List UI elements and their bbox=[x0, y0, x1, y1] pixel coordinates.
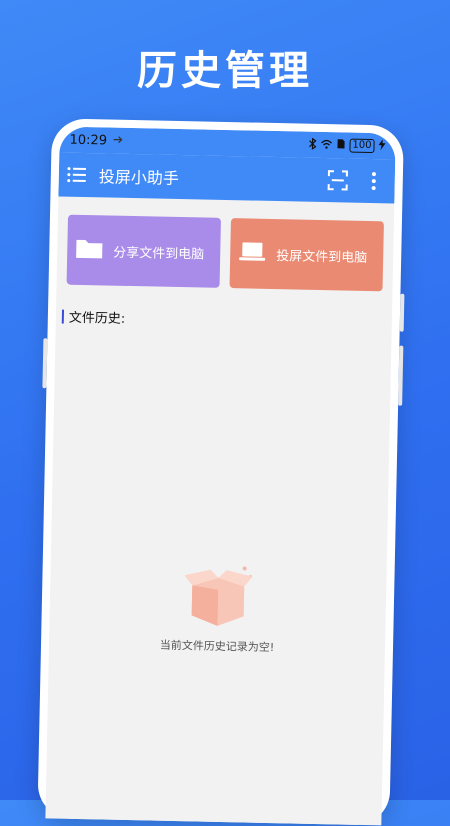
app-bar: 投屏小助手 bbox=[58, 152, 396, 204]
sim-icon bbox=[336, 138, 345, 152]
app-title: 投屏小助手 bbox=[98, 167, 180, 188]
bluetooth-icon bbox=[308, 137, 317, 152]
folder-icon bbox=[75, 237, 104, 264]
wifi-icon bbox=[320, 138, 332, 151]
phone-power-button bbox=[398, 345, 404, 406]
menu-icon[interactable] bbox=[65, 163, 89, 187]
battery-indicator: 100 bbox=[349, 138, 375, 154]
empty-box-icon bbox=[177, 566, 257, 633]
section-accent-bar bbox=[61, 309, 65, 324]
share-file-label: 分享文件到电脑 bbox=[113, 245, 205, 263]
promo-headline: 历史管理 bbox=[137, 48, 313, 94]
action-cards: 分享文件到电脑 投屏文件到电脑 bbox=[57, 196, 395, 292]
status-time: 10:29 bbox=[69, 132, 108, 148]
file-history-heading: 文件历史: bbox=[61, 307, 392, 333]
charging-icon bbox=[378, 139, 386, 153]
usb-icon bbox=[113, 133, 123, 148]
empty-state-text: 当前文件历史记录为空! bbox=[159, 638, 275, 655]
laptop-icon bbox=[238, 241, 266, 266]
phone-side-button bbox=[42, 338, 48, 389]
more-options-icon[interactable] bbox=[358, 166, 389, 197]
cast-file-label: 投屏文件到电脑 bbox=[276, 248, 368, 266]
empty-state: 当前文件历史记录为空! bbox=[49, 558, 387, 657]
phone-frame: 10:29 100 投屏小助手 分享文件到电脑 投屏文件到电脑 文件历史: 当前… bbox=[37, 118, 405, 826]
file-history-title: 文件历史: bbox=[68, 310, 126, 327]
share-file-button[interactable]: 分享文件到电脑 bbox=[66, 214, 221, 288]
scan-icon[interactable] bbox=[322, 165, 353, 196]
phone-volume-button bbox=[399, 293, 405, 332]
cast-file-button[interactable]: 投屏文件到电脑 bbox=[229, 218, 384, 292]
phone-screen: 10:29 100 投屏小助手 分享文件到电脑 投屏文件到电脑 文件历史: 当前… bbox=[45, 126, 396, 826]
